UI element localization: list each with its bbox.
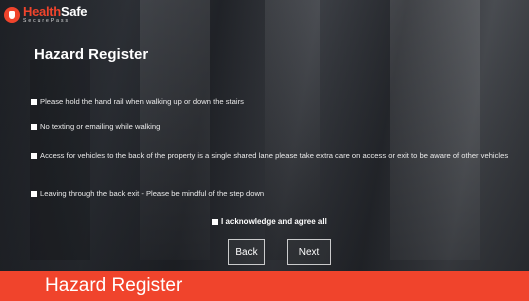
hazard-register-screen: HealthSafe SecurePass Hazard Register Pl…: [0, 0, 529, 301]
hazard-item: Access for vehicles to the back of the p…: [31, 150, 508, 162]
hazard-item: Leaving through the back exit - Please b…: [31, 188, 264, 200]
hazard-item: Please hold the hand rail when walking u…: [31, 96, 527, 108]
brand-subtitle: SecurePass: [23, 18, 70, 24]
next-button[interactable]: Next: [287, 239, 331, 265]
hazard-item: No texting or emailing while walking: [31, 121, 160, 133]
bullet-icon: [31, 191, 37, 197]
checkbox-icon[interactable]: [212, 218, 218, 225]
shield-logo-icon: [4, 6, 20, 23]
brand-logo: HealthSafe SecurePass: [4, 4, 88, 24]
bullet-icon: [31, 153, 37, 159]
brand-name: HealthSafe: [23, 4, 88, 19]
background-building: [390, 0, 480, 260]
bullet-icon: [31, 99, 37, 105]
back-button[interactable]: Back: [228, 239, 265, 265]
acknowledge-label[interactable]: I acknowledge and agree all: [221, 217, 327, 226]
hazard-item-text: Access for vehicles to the back of the p…: [40, 151, 509, 160]
hazard-item-text: Leaving through the back exit - Please b…: [40, 189, 265, 198]
footer-title: Hazard Register: [45, 275, 183, 296]
page-title: Hazard Register: [34, 46, 149, 63]
bullet-icon: [31, 124, 37, 130]
brand-name-rest: Safe: [60, 4, 88, 19]
hazard-item-text: No texting or emailing while walking: [40, 122, 161, 131]
acknowledge-checkbox[interactable]: I acknowledge and agree all: [212, 217, 327, 226]
footer-banner: Hazard Register: [0, 271, 529, 301]
hazard-item-text: Please hold the hand rail when walking u…: [40, 97, 244, 106]
hazard-list: Please hold the hand rail when walking u…: [31, 96, 527, 198]
brand-name-accent: Health: [23, 4, 61, 19]
